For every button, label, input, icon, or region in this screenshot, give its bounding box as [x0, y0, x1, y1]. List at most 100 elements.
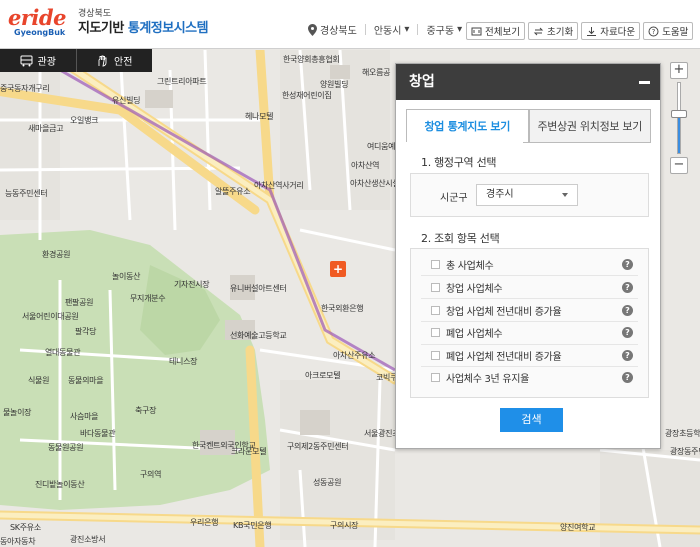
checkbox[interactable] — [431, 372, 440, 382]
download-button[interactable]: 자료다운 — [581, 22, 641, 40]
section-region-title: 1. 행정구역 선택 — [421, 156, 497, 169]
map-label: 사슴마을 — [70, 412, 99, 421]
map-label: 식물원 — [28, 376, 50, 385]
zoom-in-button[interactable]: + — [670, 62, 688, 79]
map-label: 중국동자개구리 — [0, 84, 50, 93]
item-label: 폐업 사업체 전년대비 증가율 — [446, 351, 562, 363]
map-label: 팔각당 — [75, 327, 97, 336]
item-label: 창업 사업체 전년대비 증가율 — [446, 306, 562, 318]
help-icon[interactable]: ? — [622, 304, 633, 316]
panel-header: 창업 — [396, 64, 660, 100]
list-item: 폐업 사업체수 ? — [411, 321, 648, 343]
map-label: 광장초등학교 — [665, 429, 700, 438]
map-label: 서울어린이대공원 — [22, 312, 79, 321]
map-label: 한국양회총흥협회 — [283, 55, 340, 64]
panel-tabs: 창업 통계지도 보기 주변상권 위치정보 보기 — [406, 109, 651, 143]
tab-safety[interactable]: 안전 — [75, 49, 153, 72]
item-checklist: 총 사업체수 ? 창업 사업체수 ? 창업 사업체 전년대비 증가율 ? 폐업 … — [410, 248, 649, 398]
map-label: 여디움예 — [367, 142, 396, 151]
checkbox[interactable] — [431, 282, 440, 292]
map-label: 광장동주민 — [670, 447, 700, 456]
map-label: 능동주민센터 — [5, 189, 48, 198]
help-icon[interactable]: ? — [622, 258, 633, 270]
checkbox[interactable] — [431, 305, 440, 315]
zoom-slider-fill — [678, 114, 680, 153]
map-label: KB국민은행 — [233, 521, 272, 530]
help-icon[interactable]: ? — [622, 371, 633, 383]
bus-icon — [20, 55, 33, 66]
map-label: 동물의마을 — [68, 376, 104, 385]
map-label: 양원빌딩 — [320, 80, 349, 89]
logo[interactable]: eride GyeongBuk — [8, 7, 72, 41]
map-label: 환경공원 — [42, 250, 71, 259]
help-icon[interactable]: ? — [622, 326, 633, 338]
list-item: 폐업 사업체 전년대비 증가율 ? — [411, 344, 648, 366]
location-province[interactable]: 경상북도 — [320, 22, 357, 37]
map-label: 진디밭놀이동산 — [35, 480, 85, 489]
location-district-select[interactable]: 중구동 — [426, 22, 454, 37]
tab-commercial-location[interactable]: 주변상권 위치정보 보기 — [528, 109, 651, 143]
header: eride GyeongBuk 경상북도 지도기반 통계정보시스템 경상북도 안… — [0, 0, 700, 49]
location-breadcrumb: 경상북도 안동시 ▾ 중구동 ▾ — [308, 22, 462, 37]
map-label: 동아자동차 — [0, 537, 36, 546]
checkbox[interactable] — [431, 259, 440, 269]
map-label: 기자전시장 — [174, 280, 210, 289]
checkbox[interactable] — [431, 327, 440, 337]
download-icon — [587, 26, 597, 36]
list-item: 창업 사업체수 ? — [411, 276, 648, 298]
map-label: 테니스장 — [169, 357, 198, 366]
location-city-select[interactable]: 안동시 — [374, 22, 402, 37]
hand-icon — [98, 55, 107, 66]
tab-tourism-label: 관광 — [37, 57, 56, 68]
logo-text: eride — [8, 5, 66, 30]
item-label: 폐업 사업체수 — [446, 328, 503, 340]
tab-startup-stats-map[interactable]: 창업 통계지도 보기 — [406, 109, 529, 143]
panel-title: 창업 — [409, 74, 435, 90]
map-label: 해오름공 — [362, 68, 391, 77]
map-label: 축구장 — [135, 406, 157, 415]
chevron-down-icon: ▾ — [457, 24, 463, 35]
checkbox[interactable] — [431, 350, 440, 360]
map-layer-tabs: 관광 안전 — [0, 49, 152, 72]
map-label: 동물원공원 — [48, 443, 84, 452]
divider — [364, 24, 366, 35]
help-icon[interactable]: ? — [622, 349, 633, 361]
tab-safety-label: 안전 — [114, 57, 133, 68]
help-label: 도움말 — [662, 27, 689, 38]
chevron-down-icon: ▾ — [404, 24, 410, 35]
map-label: 한국외환은행 — [321, 304, 364, 313]
map-marker-plus[interactable]: + — [330, 261, 346, 277]
region-select-box: 시군구 경주시 — [410, 173, 649, 217]
toolbar: 전체보기 초기화 자료다운 ? 도움말 — [466, 22, 694, 40]
download-label: 자료다운 — [600, 27, 636, 38]
fullview-button[interactable]: 전체보기 — [466, 22, 525, 40]
zoom-out-button[interactable]: − — [670, 157, 688, 174]
startup-panel: 창업 창업 통계지도 보기 주변상권 위치정보 보기 1. 행정구역 선택 시군… — [395, 63, 661, 449]
help-button[interactable]: ? 도움말 — [643, 22, 694, 40]
search-button[interactable]: 검색 — [500, 408, 563, 432]
map-label: 유신빌딩 — [112, 96, 141, 105]
fullscreen-icon — [471, 27, 482, 35]
list-item: 사업체수 3년 유지율 ? — [411, 366, 648, 388]
zoom-slider-handle[interactable] — [671, 110, 687, 119]
map-label: 구의역 — [140, 470, 162, 479]
section-items-title: 2. 조회 항목 선택 — [421, 232, 500, 245]
map-label: 알뜰주유소 — [215, 187, 251, 196]
sigungu-label: 시군구 — [440, 193, 468, 204]
reset-button[interactable]: 초기화 — [527, 22, 579, 40]
sigungu-select[interactable]: 경주시 — [476, 184, 578, 206]
help-icon[interactable]: ? — [622, 281, 633, 293]
map-label: 아크로모텔 — [305, 371, 341, 380]
question-icon: ? — [648, 26, 659, 36]
caret-down-icon — [562, 193, 568, 197]
map-label: 아차산역사거리 — [254, 181, 304, 190]
map-label: 열대동물관 — [45, 348, 81, 357]
minimize-icon[interactable] — [639, 81, 650, 84]
tab-tourism[interactable]: 관광 — [0, 49, 76, 72]
list-item: 총 사업체수 ? — [411, 253, 648, 275]
logo-subtext: GyeongBuk — [14, 28, 66, 37]
item-label: 총 사업체수 — [446, 260, 494, 272]
map-label: 성동공원 — [313, 478, 342, 487]
map-label: 아차산생산시설 — [350, 179, 400, 188]
map-label: 바다동물관 — [80, 429, 116, 438]
